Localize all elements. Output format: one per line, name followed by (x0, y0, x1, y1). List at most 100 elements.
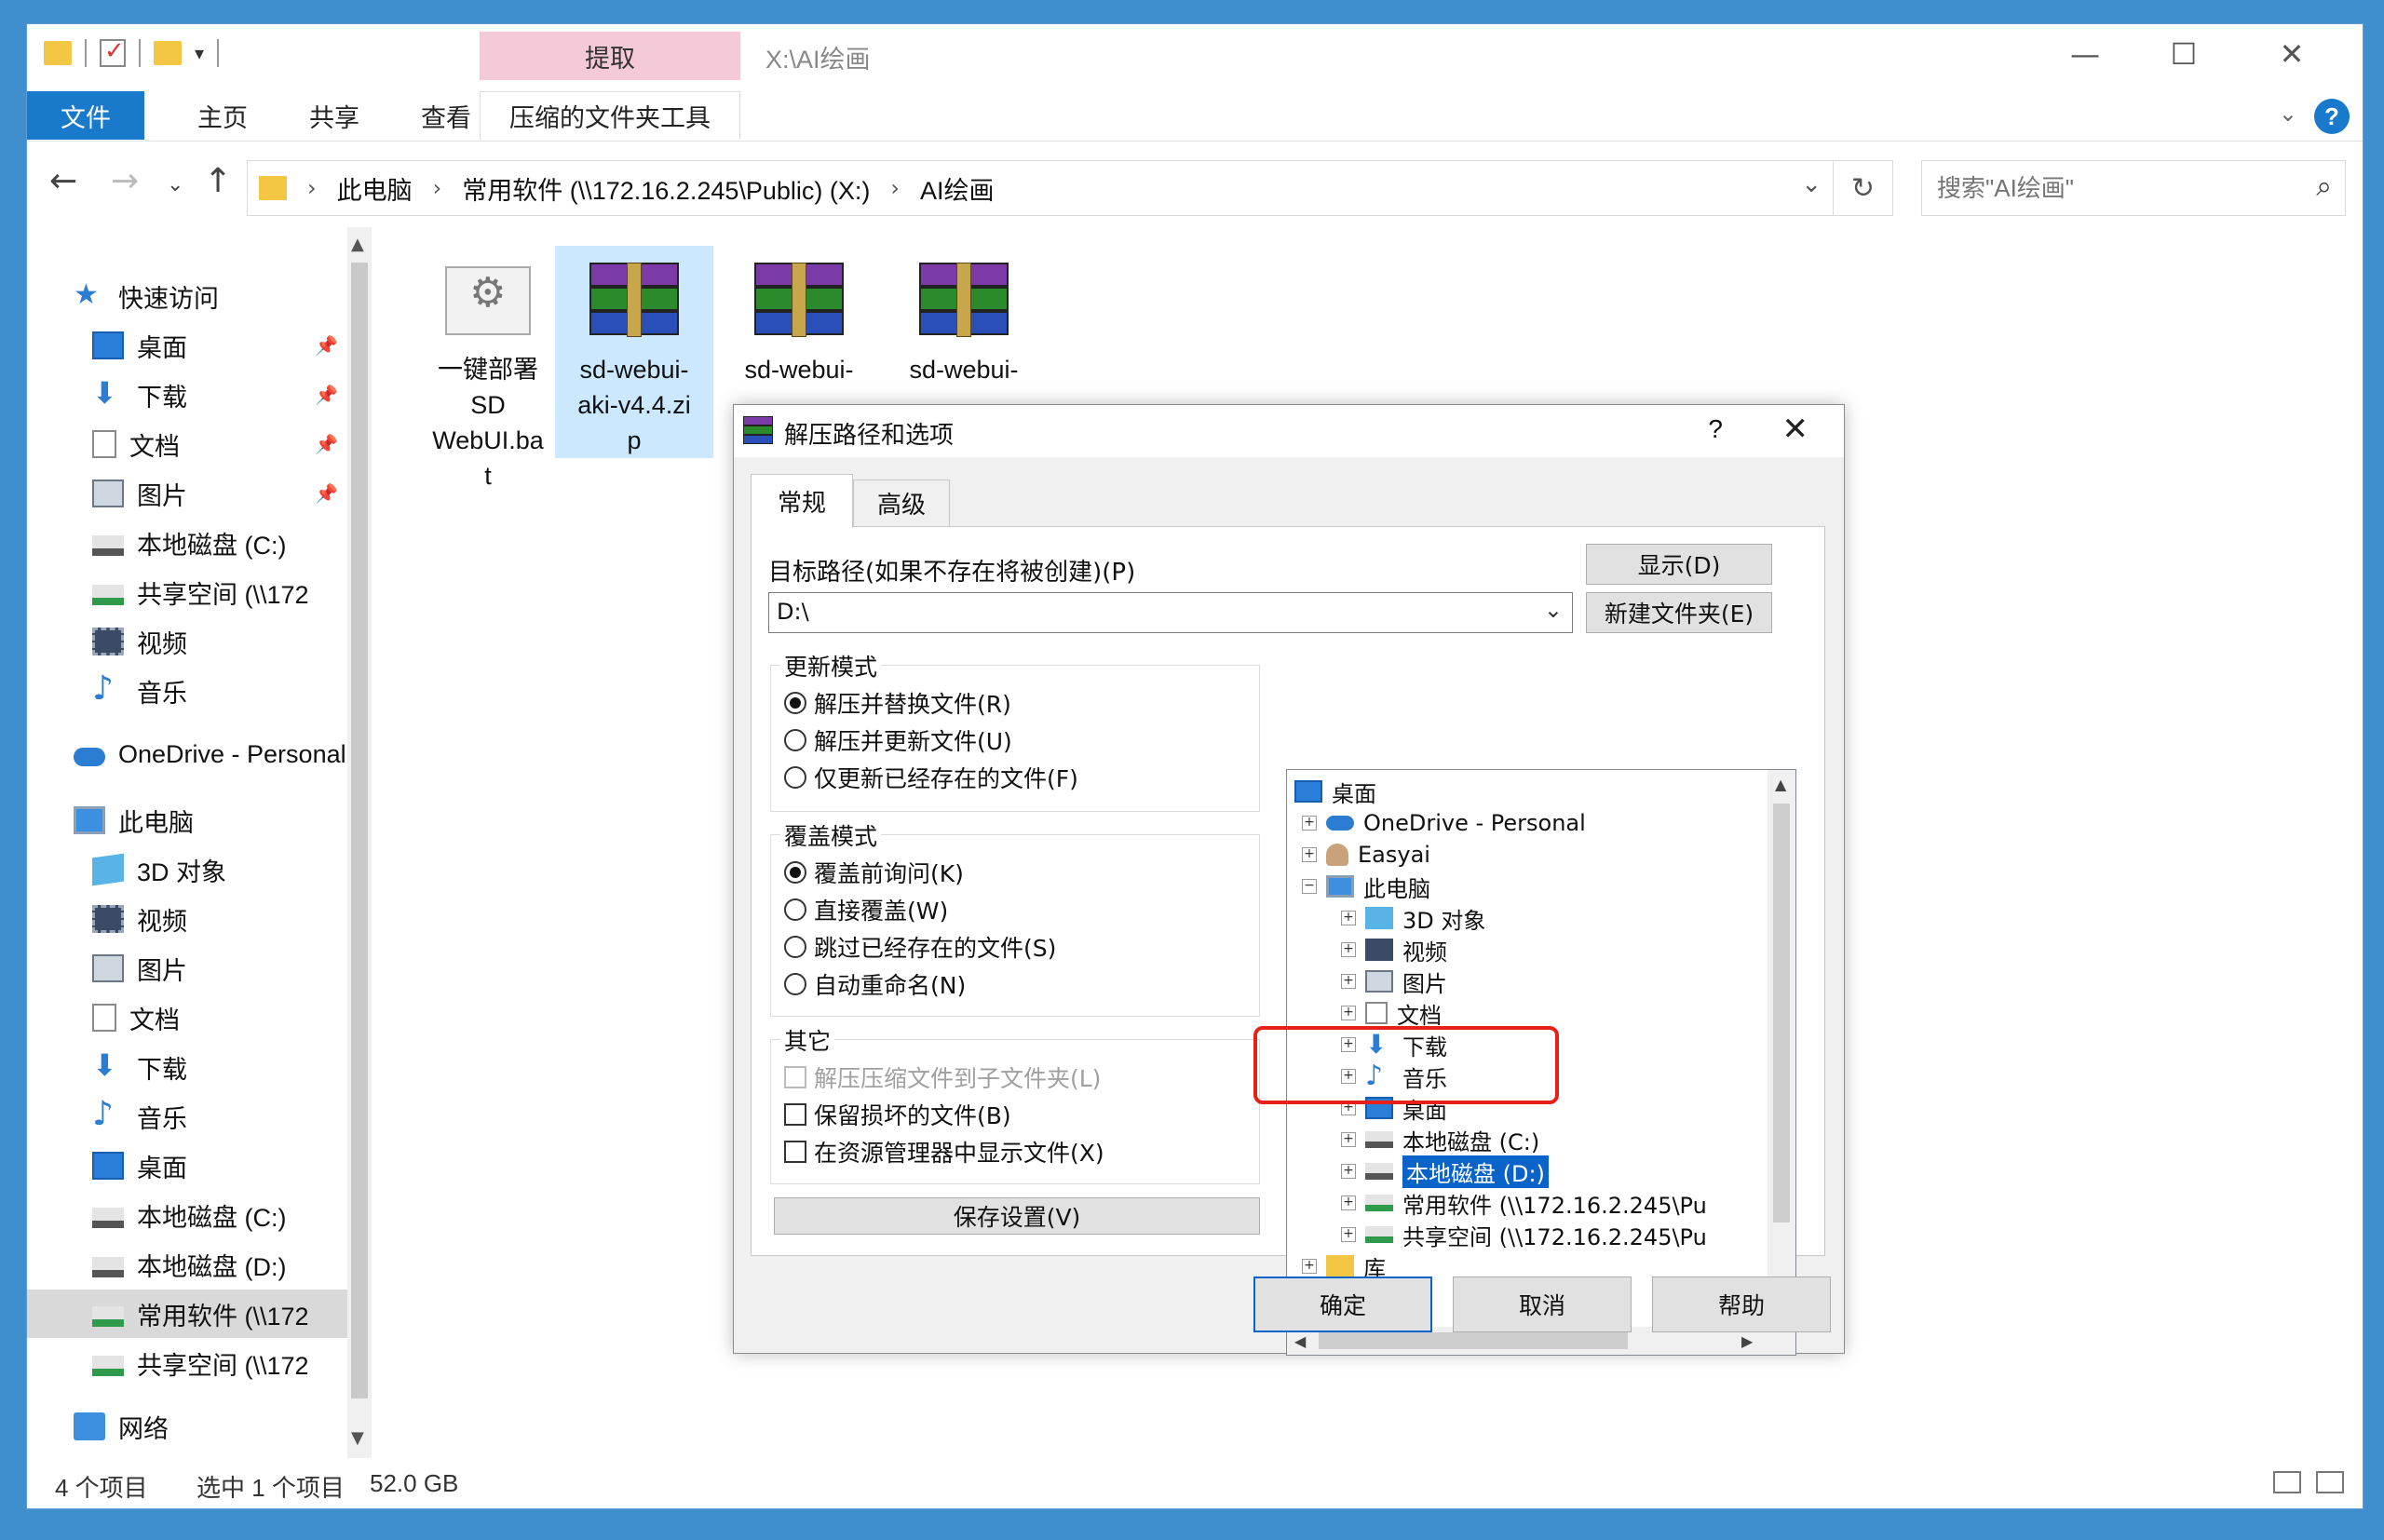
tree-node[interactable]: +3D 对象 (1341, 902, 1485, 934)
scrollbar-thumb[interactable] (1319, 1332, 1628, 1349)
customize-toolbar-icon[interactable]: ▾ (195, 42, 204, 64)
checkbox-show-in-explorer[interactable]: 在资源管理器中显示文件(X) (784, 1135, 1104, 1169)
expand-icon[interactable]: + (1341, 1196, 1356, 1210)
radio-auto-rename[interactable]: 自动重命名(N) (784, 967, 966, 1001)
radio-overwrite[interactable]: 直接覆盖(W) (784, 893, 948, 926)
tab-advanced[interactable]: 高级 (853, 480, 950, 526)
scroll-down-icon[interactable]: ▼ (351, 1428, 364, 1448)
forward-arrow-icon[interactable]: → (111, 162, 139, 200)
nav-onedrive[interactable]: OneDrive - Personal (74, 730, 347, 778)
new-folder-button[interactable]: 新建文件夹(E) (1586, 592, 1772, 633)
expand-icon[interactable]: + (1302, 1259, 1317, 1274)
nav-pictures[interactable]: 图片 📌 (92, 469, 347, 518)
search-input[interactable] (1937, 173, 2291, 203)
expand-icon[interactable]: + (1341, 911, 1356, 925)
chevron-down-icon[interactable]: ⌄ (1544, 597, 1563, 623)
recent-locations-icon[interactable]: ⌄ (167, 173, 183, 196)
nav-scrollbar[interactable]: ▲ ▼ (347, 227, 372, 1458)
scroll-right-icon[interactable]: ▶ (1741, 1332, 1753, 1350)
radio-ask-before-overwrite[interactable]: 覆盖前询问(K) (784, 856, 964, 889)
tree-node[interactable]: + 本地磁盘 (C:) (1341, 1124, 1539, 1155)
up-arrow-icon[interactable]: ↑ (204, 162, 232, 200)
breadcrumb-drive[interactable]: 常用软件 (\\172.16.2.245\Public) (X:) (462, 170, 870, 207)
nav-desktop[interactable]: 桌面 📌 (92, 321, 347, 370)
breadcrumb-this-pc[interactable]: 此电脑 (337, 170, 413, 207)
scroll-up-icon[interactable]: ▲ (1775, 776, 1786, 793)
chevron-right-icon[interactable]: › (433, 175, 442, 201)
tab-file[interactable]: 文件 (27, 91, 144, 140)
minimize-button[interactable]: — (2039, 32, 2132, 76)
save-settings-button[interactable]: 保存设置(V) (774, 1197, 1260, 1235)
show-button[interactable]: 显示(D) (1586, 544, 1772, 585)
ok-button[interactable]: 确定 (1253, 1277, 1432, 1332)
tree-node[interactable]: + ♪ 音乐 (1341, 1060, 1447, 1092)
nav-common-software[interactable]: 常用软件 (\\172 (27, 1290, 347, 1338)
expand-icon[interactable]: + (1341, 974, 1356, 989)
tree-node[interactable]: + 常用软件 (\\172.16.2.245\Pu (1341, 1187, 1707, 1219)
breadcrumb-folder[interactable]: AI绘画 (920, 170, 995, 207)
collapse-ribbon-icon[interactable]: ⌄ (2279, 101, 2297, 127)
collapse-icon[interactable]: − (1302, 879, 1317, 894)
checkbox-extract-subfolder[interactable]: 解压压缩文件到子文件夹(L) (784, 1060, 1101, 1094)
nav-desktop-pc[interactable]: 桌面 (92, 1141, 347, 1190)
tab-general[interactable]: 常规 (751, 474, 853, 528)
expand-icon[interactable]: + (1341, 942, 1356, 957)
nav-videos[interactable]: 视频 (92, 617, 347, 666)
folder-tree[interactable]: 桌面 + OneDrive - Personal + Easyai − 此电脑 +3D… (1286, 769, 1796, 1356)
expand-icon[interactable]: + (1302, 816, 1317, 831)
scroll-up-icon[interactable]: ▲ (351, 235, 364, 254)
pin-icon[interactable]: 📌 (315, 482, 338, 505)
nav-downloads[interactable]: 下载 📌 (92, 371, 347, 419)
large-icons-view-icon[interactable] (2316, 1471, 2344, 1493)
search-icon[interactable]: ⌕ (2316, 170, 2332, 203)
checkbox-keep-broken[interactable]: 保留损坏的文件(B) (784, 1098, 1011, 1131)
scrollbar-thumb[interactable] (1773, 804, 1790, 1223)
expand-icon[interactable]: + (1341, 1164, 1356, 1179)
chevron-right-icon[interactable]: › (307, 175, 317, 201)
back-arrow-icon[interactable]: ← (49, 162, 77, 200)
nav-local-disk-c-pc[interactable]: 本地磁盘 (C:) (92, 1191, 347, 1239)
expand-icon[interactable]: + (1341, 1069, 1356, 1084)
radio-update-existing[interactable]: 仅更新已经存在的文件(F) (784, 761, 1078, 794)
pin-icon[interactable]: 📌 (315, 433, 338, 455)
tree-node[interactable]: + ⬇ 下载 (1341, 1029, 1447, 1060)
help-icon[interactable]: ? (2314, 99, 2350, 134)
search-box[interactable]: ⌕ (1921, 160, 2346, 216)
cancel-button[interactable]: 取消 (1453, 1277, 1632, 1332)
tree-node[interactable]: + 共享空间 (\\172.16.2.245\Pu (1341, 1219, 1707, 1250)
tree-node[interactable]: + Easyai (1302, 839, 1430, 871)
nav-3d-objects[interactable]: 3D 对象 (92, 845, 347, 894)
tab-share[interactable]: 共享 (278, 91, 390, 140)
nav-network[interactable]: 网络 (74, 1402, 347, 1451)
chevron-down-icon[interactable]: ⌄ (1801, 170, 1822, 198)
tree-node-selected[interactable]: + 本地磁盘 (D:) (1341, 1154, 1550, 1189)
nav-local-disk-d[interactable]: 本地磁盘 (D:) (92, 1240, 347, 1289)
maximize-button[interactable]: ☐ (2137, 32, 2230, 76)
radio-skip-existing[interactable]: 跳过已经存在的文件(S) (784, 930, 1056, 964)
expand-icon[interactable]: + (1302, 847, 1317, 862)
properties-icon[interactable] (100, 37, 126, 67)
address-bar[interactable]: › 此电脑 › 常用软件 (\\172.16.2.245\Public) (X:… (247, 160, 1893, 216)
nav-local-disk-c[interactable]: 本地磁盘 (C:) (92, 519, 347, 567)
nav-music-pc[interactable]: 音乐 (92, 1092, 347, 1141)
expand-icon[interactable]: + (1341, 1101, 1356, 1115)
file-item[interactable]: sd-webui- (720, 246, 878, 387)
file-item[interactable]: sd-webui- aki-v4.4.zi p (555, 246, 713, 458)
nav-pictures-pc[interactable]: 图片 (92, 944, 347, 993)
radio-extract-replace[interactable]: 解压并替换文件(R) (784, 686, 1011, 720)
tab-compressed-folder-tools[interactable]: 压缩的文件夹工具 (480, 91, 740, 140)
pin-icon[interactable]: 📌 (315, 334, 338, 357)
nav-documents-pc[interactable]: 文档 (92, 993, 347, 1042)
tree-node[interactable]: + OneDrive - Personal (1302, 807, 1586, 839)
nav-this-pc[interactable]: 此电脑 (74, 796, 347, 844)
tree-node[interactable]: + 视频 (1341, 934, 1447, 966)
scroll-left-icon[interactable]: ◀ (1294, 1332, 1306, 1350)
expand-icon[interactable]: + (1341, 1037, 1356, 1052)
file-item[interactable]: sd-webui- (885, 246, 1043, 387)
nav-music[interactable]: 音乐 (92, 667, 347, 715)
dialog-help-button[interactable]: ? (1708, 414, 1723, 444)
expand-icon[interactable]: + (1341, 1132, 1356, 1147)
help-button[interactable]: 帮助 (1652, 1277, 1831, 1332)
dialog-close-button[interactable]: ✕ (1782, 411, 1809, 448)
nav-documents[interactable]: 文档 📌 (92, 420, 347, 468)
